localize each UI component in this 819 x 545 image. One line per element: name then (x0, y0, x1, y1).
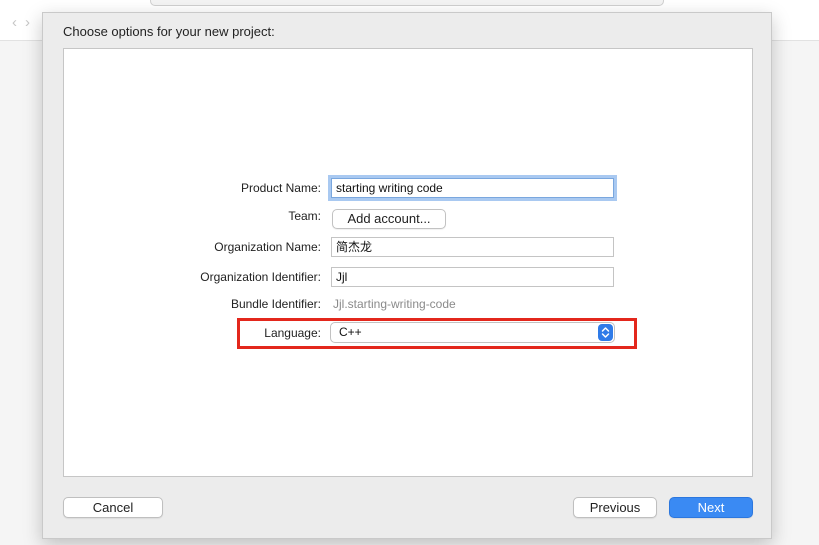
new-project-options-sheet: Choose options for your new project: Pro… (42, 12, 772, 539)
language-highlight-annotation (237, 318, 637, 349)
sheet-title: Choose options for your new project: (63, 24, 275, 39)
add-account-button[interactable]: Add account... (332, 209, 446, 229)
next-button[interactable]: Next (669, 497, 753, 518)
bundle-identifier-label: Bundle Identifier: (230, 297, 321, 311)
chevron-right-icon: › (25, 14, 38, 31)
chevron-left-icon: ‹ (12, 14, 25, 31)
product-name-label: Product Name: (240, 181, 321, 195)
bundle-identifier-value: Jjl.starting-writing-code (333, 297, 456, 311)
organization-name-field[interactable]: 简杰龙 (331, 237, 614, 257)
background-search-field (150, 0, 664, 6)
organization-identifier-field[interactable]: Jjl (331, 267, 614, 287)
previous-button[interactable]: Previous (573, 497, 657, 518)
product-name-field[interactable]: starting writing code (331, 178, 614, 198)
cancel-button[interactable]: Cancel (63, 497, 163, 518)
options-panel (63, 48, 753, 477)
team-label: Team: (288, 209, 321, 223)
background-nav: ‹› (12, 14, 38, 31)
organization-name-label: Organization Name: (214, 240, 321, 254)
organization-identifier-label: Organization Identifier: (200, 270, 321, 284)
